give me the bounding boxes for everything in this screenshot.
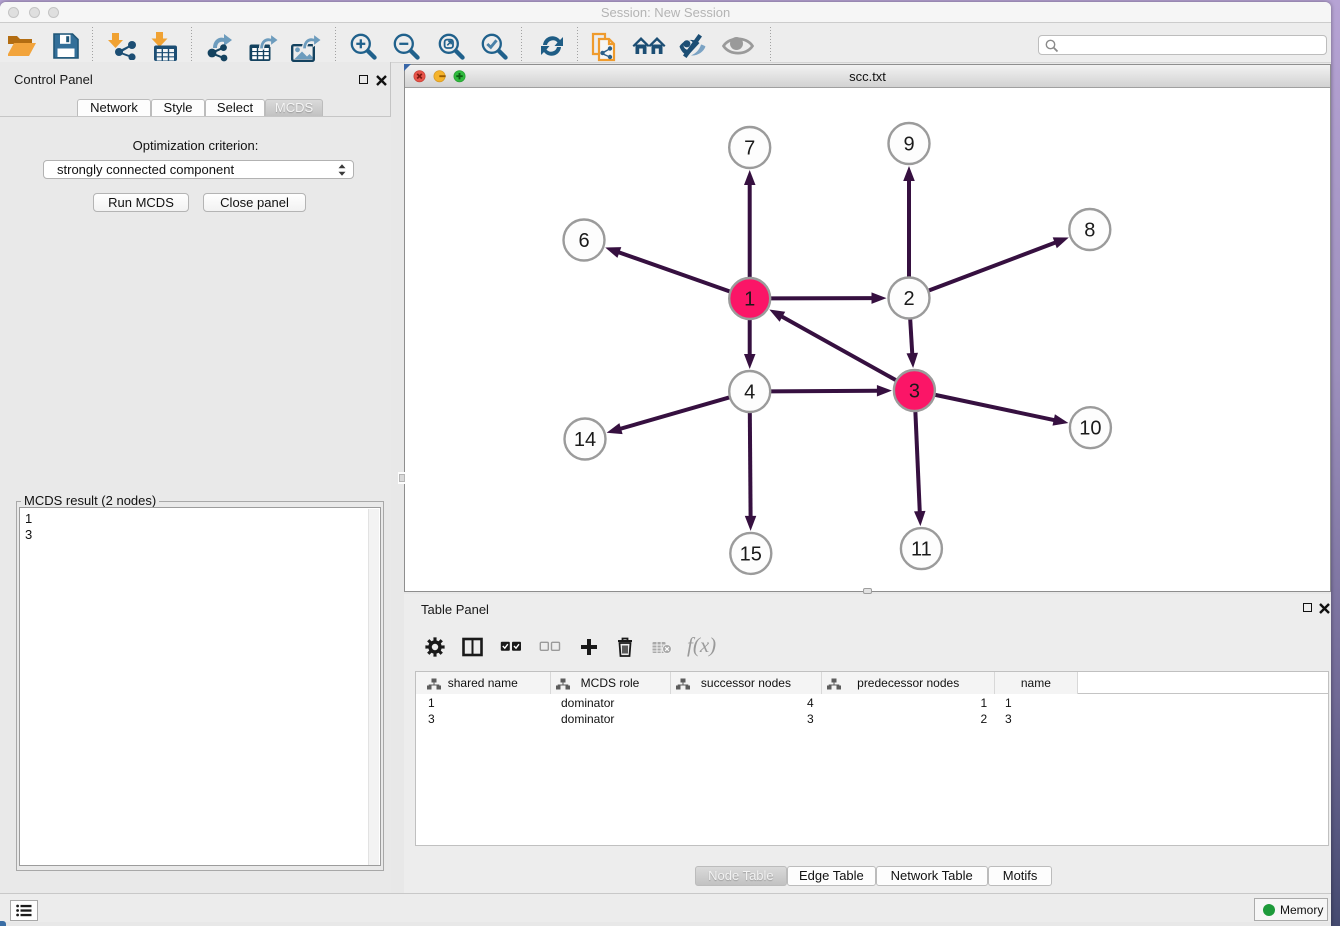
svg-text:10: 10 [1079,418,1101,440]
svg-text:6: 6 [578,230,589,252]
svg-text:11: 11 [911,539,932,561]
svg-text:7: 7 [744,138,755,160]
svg-text:9: 9 [903,134,914,156]
svg-text:14: 14 [574,429,596,451]
svg-text:2: 2 [903,288,914,310]
svg-text:15: 15 [740,543,762,565]
svg-text:3: 3 [909,381,920,403]
svg-text:4: 4 [744,382,755,404]
svg-text:1: 1 [744,289,755,311]
svg-text:8: 8 [1084,220,1095,242]
